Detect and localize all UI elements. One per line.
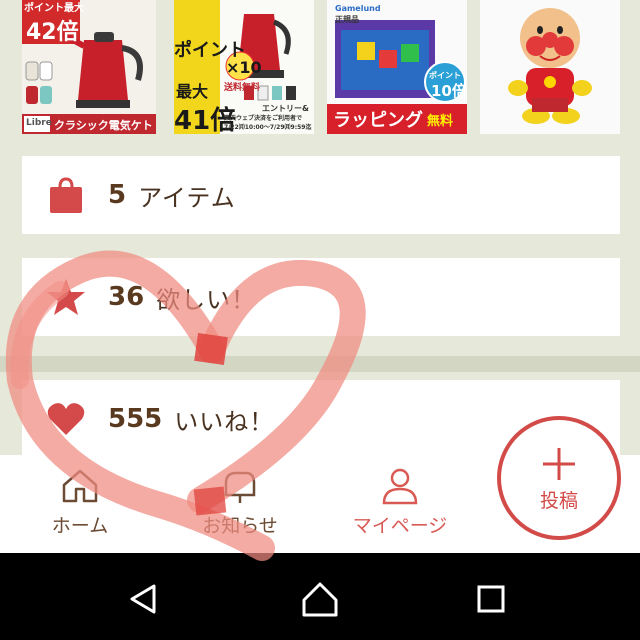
system-navigation-bar: [0, 553, 640, 640]
post-button[interactable]: 投稿: [497, 416, 621, 540]
free-shipping-label: 送料無料: [224, 83, 261, 93]
home-icon: [62, 469, 98, 503]
nav-notifications[interactable]: お知らせ: [175, 465, 305, 545]
wants-label: 欲しい！: [156, 285, 257, 314]
nav-home-label: ホーム: [51, 515, 109, 537]
post-button-label: 投稿: [539, 489, 578, 512]
product-thumbnail-blocks[interactable]: Gamelund 正規品 ポイント 10倍 ラッピング 無料: [327, 0, 467, 134]
points-multiplier: 10倍: [431, 82, 467, 100]
campaign-dates: 7/22㈪10:00～7/29㈪9:59迄: [224, 124, 312, 131]
items-label: アイテム: [138, 183, 236, 212]
genuine-tag: 正規品: [335, 15, 359, 24]
heart-icon: [42, 395, 90, 443]
plus-icon: [543, 447, 575, 480]
points-max-label: ポイント最大: [24, 3, 84, 14]
nav-mypage-label: マイページ: [352, 515, 448, 537]
likes-label: いいね！: [174, 407, 275, 436]
items-count: 5: [108, 180, 127, 210]
product-thumbnail-kettle[interactable]: ポイント最大 42倍 Libre クラシック電気ケトル: [22, 0, 156, 134]
wants-count: 36: [108, 282, 145, 312]
recents-icon[interactable]: [471, 579, 511, 619]
product-thumbnail-row: ポイント最大 42倍 Libre クラシック電気ケトル ポイント 最大 41倍 …: [0, 0, 640, 152]
user-icon: [382, 468, 418, 505]
shopping-bag-icon: [42, 171, 90, 219]
likes-count: 555: [108, 404, 163, 434]
star-icon: [42, 273, 90, 321]
product-thumbnail-kettle-points[interactable]: ポイント 最大 41倍 ×10 送料無料 エントリー& 楽天ウェブ決済をご利用者…: [174, 0, 314, 134]
back-icon[interactable]: [123, 579, 163, 619]
wrapping-label: ラッピング: [333, 110, 423, 131]
product-brand: Libre: [26, 118, 52, 128]
product-thumbnail-figure[interactable]: [480, 0, 620, 134]
nav-notifications-label: お知らせ: [202, 515, 278, 537]
home-system-icon[interactable]: [300, 579, 340, 619]
points-max-label: 最大: [176, 82, 209, 101]
points-circle: ×10: [226, 58, 262, 77]
mailbox-icon: [224, 471, 256, 503]
product-brand: Gamelund: [335, 4, 381, 13]
nav-home[interactable]: ホーム: [15, 465, 145, 545]
product-caption: クラシック電気ケトル: [54, 119, 153, 132]
wrapping-free-label: 無料: [427, 114, 454, 129]
stat-row-wants[interactable]: 36 欲しい！: [22, 258, 620, 336]
stat-row-items[interactable]: 5 アイテム: [22, 156, 620, 234]
nav-mypage[interactable]: マイページ: [335, 465, 465, 545]
section-divider: [0, 356, 640, 372]
entry-sub-label: 楽天ウェブ決済をご利用者で: [224, 115, 303, 122]
points-multiplier: 42倍: [26, 20, 79, 45]
